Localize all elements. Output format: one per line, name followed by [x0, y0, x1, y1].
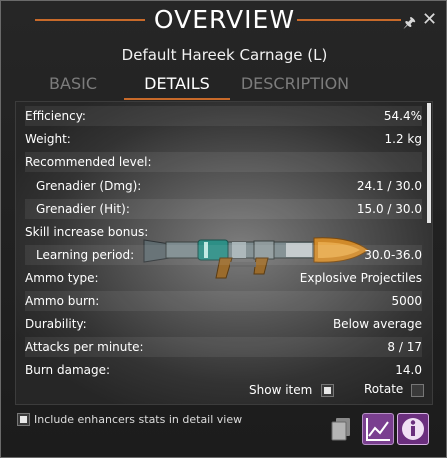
pin-icon[interactable]: 🖈︎	[403, 12, 416, 36]
show-item-checkbox[interactable]	[321, 384, 334, 397]
compare-button[interactable]	[327, 413, 357, 443]
stat-label: Skill increase bonus:	[25, 225, 149, 239]
rotate-label: Rotate	[364, 382, 404, 396]
tab-basic[interactable]: BASIC	[45, 74, 101, 93]
stat-label: Recommended level:	[25, 155, 152, 169]
stat-value: 54.4%	[383, 109, 422, 123]
stat-value: 30.0-36.0	[364, 248, 422, 262]
tab-description[interactable]: DESCRIPTION	[239, 74, 351, 93]
info-icon	[402, 418, 424, 440]
stat-label: Ammo type:	[25, 271, 99, 285]
stat-value: 8 / 17	[387, 340, 422, 354]
info-button[interactable]	[397, 413, 429, 445]
stat-value: 5000	[391, 294, 422, 308]
overview-window: OVERVIEW 🖈︎ ✕ Default Hareek Carnage (L)…	[0, 0, 447, 458]
stat-value: 24.1 / 30.0	[356, 179, 422, 193]
chart-icon	[366, 418, 390, 441]
stat-label: Ammo burn:	[25, 294, 100, 308]
stat-value: Below average	[332, 317, 422, 331]
show-item-label: Show item	[249, 383, 313, 397]
chart-button[interactable]	[362, 413, 394, 445]
title-divider-right	[297, 19, 401, 21]
stat-value: 1.2 kg	[384, 132, 422, 146]
item-name: Default Hareek Carnage (L)	[121, 46, 328, 64]
stat-row: Grenadier (Hit): 15.0 / 30.0	[25, 199, 422, 219]
stat-label: Burn damage:	[25, 363, 111, 377]
stat-value: 15.0 / 30.0	[356, 202, 422, 216]
stat-row: Efficiency: 54.4%	[25, 106, 422, 126]
stat-value: Explosive Projectiles	[299, 271, 422, 285]
tab-details[interactable]: DETAILS	[124, 74, 230, 93]
close-icon[interactable]: ✕	[422, 9, 437, 30]
stat-label: Weight:	[25, 132, 71, 146]
stat-row: Weight: 1.2 kg	[25, 129, 422, 149]
enhancers-label: Include enhancers stats in detail view	[34, 413, 243, 426]
stat-row: Ammo type: Explosive Projectiles	[25, 268, 422, 288]
stat-label: Attacks per minute:	[25, 340, 144, 354]
stat-label: Durability:	[25, 317, 87, 331]
stat-row: Grenadier (Dmg): 24.1 / 30.0	[25, 176, 422, 196]
stat-row: Attacks per minute: 8 / 17	[25, 337, 422, 357]
stat-row: Burn damage: 14.0	[25, 360, 422, 380]
rotate-checkbox[interactable]	[411, 384, 424, 397]
stat-row: Ammo burn: 5000	[25, 291, 422, 311]
stat-row: Durability: Below average	[25, 314, 422, 334]
enhancers-checkbox[interactable]	[17, 413, 30, 426]
active-tab-indicator	[124, 98, 230, 100]
stat-row: Recommended level:	[25, 152, 422, 172]
stat-label: Grenadier (Dmg):	[36, 179, 142, 193]
stat-row: Learning period: 30.0-36.0	[25, 245, 422, 265]
stat-label: Learning period:	[36, 248, 135, 262]
stat-label: Efficiency:	[25, 109, 86, 123]
details-scrollbar[interactable]	[427, 103, 431, 223]
stat-row: Skill increase bonus:	[25, 222, 422, 242]
compare-icon	[331, 418, 350, 441]
stat-label: Grenadier (Hit):	[36, 202, 130, 216]
stat-value: 14.0	[395, 363, 422, 377]
